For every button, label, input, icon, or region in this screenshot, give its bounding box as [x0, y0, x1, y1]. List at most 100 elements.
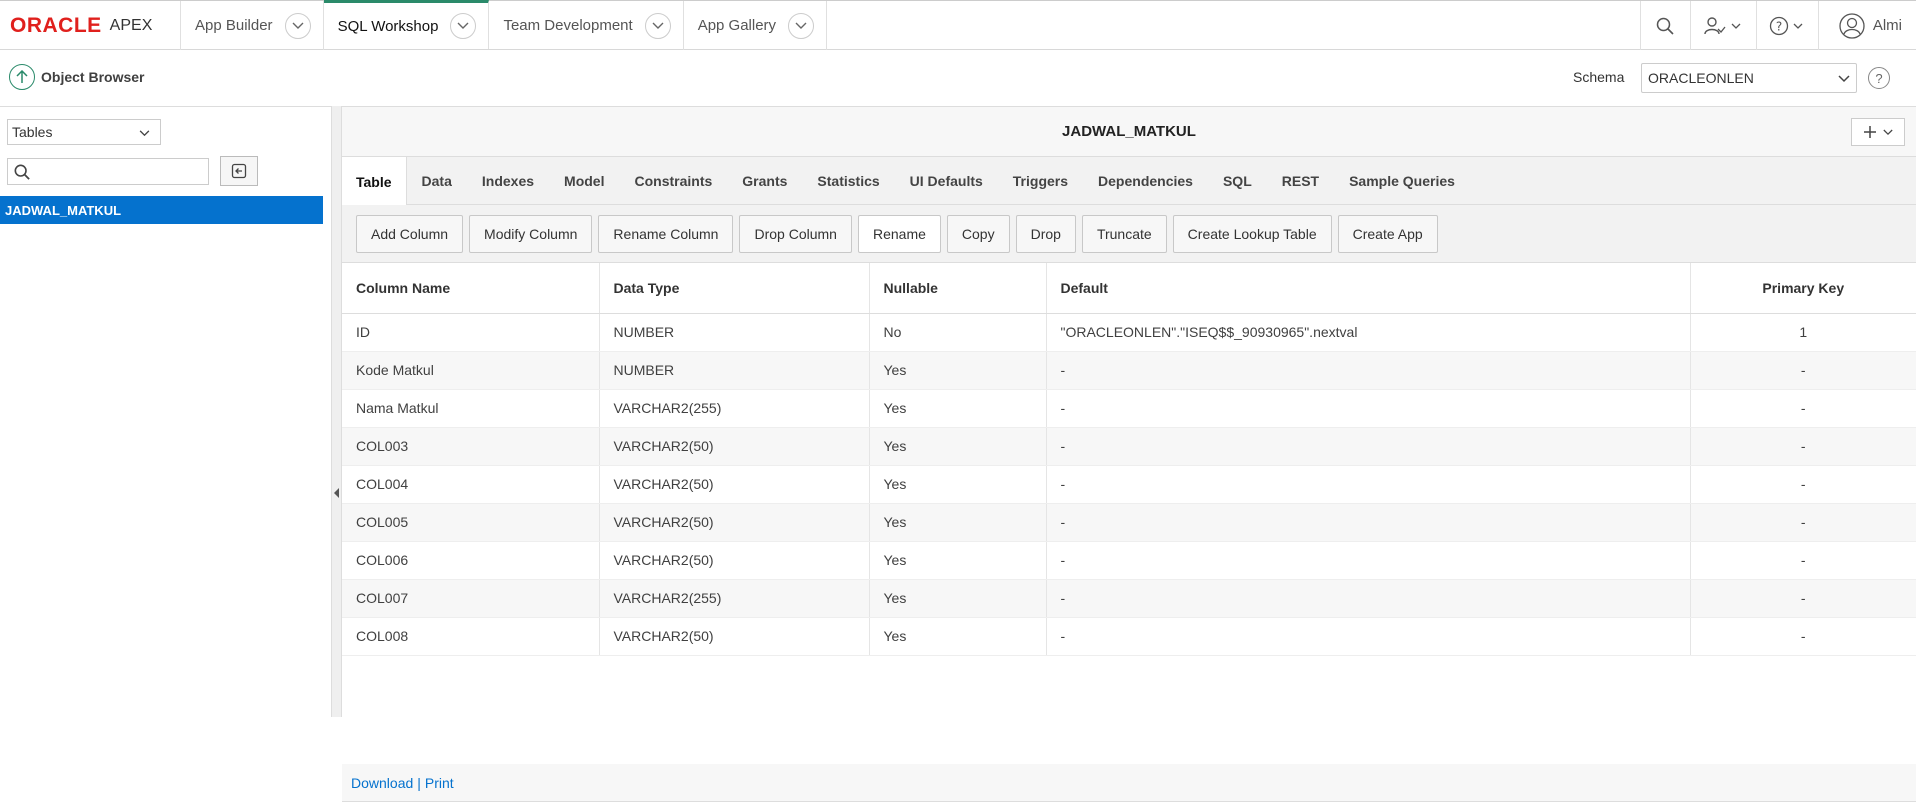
- cell-default: -: [1046, 579, 1691, 618]
- search-icon: [14, 164, 30, 183]
- tab-rest[interactable]: REST: [1267, 157, 1334, 205]
- cell-column-name: Nama Matkul: [342, 389, 600, 428]
- object-list-item[interactable]: JADWAL_MATKUL: [0, 196, 323, 224]
- create-lookup-table-button[interactable]: Create Lookup Table: [1172, 214, 1332, 253]
- reset-search-button[interactable]: [220, 156, 258, 186]
- schema-select[interactable]: ORACLEONLEN: [1641, 63, 1857, 93]
- cell-default: -: [1046, 541, 1691, 580]
- cell-default: "ORACLEONLEN"."ISEQ$$_90930965".nextval: [1046, 313, 1691, 352]
- tab-data[interactable]: Data: [407, 157, 467, 205]
- cell-primary-key: -: [1690, 427, 1916, 466]
- object-type-value: Tables: [12, 124, 53, 140]
- nav-tab-app-gallery[interactable]: App Gallery: [684, 1, 828, 50]
- tab-table[interactable]: Table: [342, 157, 407, 206]
- cell-nullable: Yes: [869, 389, 1047, 428]
- object-title: JADWAL_MATKUL: [1062, 123, 1196, 140]
- cell-primary-key: -: [1690, 389, 1916, 428]
- nav-tab-sql-workshop[interactable]: SQL Workshop: [323, 0, 490, 49]
- user-menu[interactable]: Almi: [1817, 1, 1916, 50]
- drop-column-button[interactable]: Drop Column: [739, 214, 852, 253]
- top-navigation: ORACLE APEX App Builder SQL Workshop Tea…: [0, 0, 1916, 50]
- page-title: Object Browser: [41, 69, 145, 85]
- column-header-name: Column Name: [342, 263, 600, 314]
- cell-nullable: Yes: [869, 465, 1047, 504]
- nav-tab-label: Team Development: [503, 17, 633, 34]
- tab-triggers[interactable]: Triggers: [998, 157, 1083, 205]
- chevron-down-icon[interactable]: [788, 12, 815, 39]
- chevron-down-icon[interactable]: [450, 13, 477, 39]
- schema-value: ORACLEONLEN: [1648, 70, 1754, 86]
- tab-sample-queries[interactable]: Sample Queries: [1334, 157, 1470, 205]
- tab-model[interactable]: Model: [549, 157, 619, 205]
- table-row: COL005 VARCHAR2(50) Yes - -: [342, 503, 1916, 542]
- add-column-button[interactable]: Add Column: [356, 214, 464, 253]
- tab-indexes[interactable]: Indexes: [467, 157, 549, 205]
- schema-label: Schema: [1573, 69, 1625, 85]
- help-menu-icon[interactable]: ?: [1755, 1, 1818, 50]
- table-row: COL003 VARCHAR2(50) Yes - -: [342, 427, 1916, 466]
- drop-button[interactable]: Drop: [1015, 214, 1076, 253]
- download-link[interactable]: Download: [351, 775, 413, 791]
- nav-tab-label: SQL Workshop: [337, 17, 439, 35]
- rename-column-button[interactable]: Rename Column: [598, 214, 734, 253]
- tab-dependencies[interactable]: Dependencies: [1083, 157, 1208, 205]
- cell-default: -: [1046, 351, 1691, 390]
- nav-tab-team-development[interactable]: Team Development: [489, 1, 684, 50]
- cell-data-type: VARCHAR2(50): [599, 465, 870, 504]
- nav-tab-app-builder[interactable]: App Builder: [181, 1, 324, 50]
- reset-icon: [231, 163, 247, 179]
- cell-default: -: [1046, 617, 1691, 656]
- oracle-apex-logo[interactable]: ORACLE APEX: [0, 1, 181, 50]
- avatar-icon: [1839, 12, 1865, 39]
- cell-default: -: [1046, 389, 1691, 428]
- cell-default: -: [1046, 427, 1691, 466]
- cell-column-name: ID: [342, 313, 600, 352]
- cell-primary-key: -: [1690, 503, 1916, 542]
- columns-table: Column Name Data Type Nullable Default P…: [342, 263, 1916, 656]
- cell-nullable: Yes: [869, 503, 1047, 542]
- cell-nullable: Yes: [869, 427, 1047, 466]
- panel-splitter[interactable]: [331, 106, 342, 717]
- tab-ui-defaults[interactable]: UI Defaults: [895, 157, 998, 205]
- link-separator: |: [417, 774, 421, 791]
- chevron-down-icon: [1838, 70, 1850, 86]
- object-detail-panel: JADWAL_MATKUL Table Data Indexes Model C…: [342, 106, 1916, 802]
- chevron-down-icon[interactable]: [284, 12, 311, 39]
- collapse-left-icon[interactable]: [334, 488, 339, 498]
- print-link[interactable]: Print: [425, 775, 454, 791]
- chevron-down-icon[interactable]: [644, 12, 671, 39]
- help-icon[interactable]: ?: [1868, 67, 1890, 89]
- cell-primary-key: -: [1690, 465, 1916, 504]
- svg-text:?: ?: [1776, 19, 1782, 33]
- modify-column-button[interactable]: Modify Column: [469, 214, 593, 253]
- table-row: Nama Matkul VARCHAR2(255) Yes - -: [342, 389, 1916, 428]
- cell-primary-key: -: [1690, 617, 1916, 656]
- tab-constraints[interactable]: Constraints: [619, 157, 727, 205]
- search-icon[interactable]: [1639, 1, 1690, 50]
- cell-column-name: COL008: [342, 617, 600, 656]
- column-header-primary-key: Primary Key: [1690, 263, 1916, 314]
- object-type-select[interactable]: Tables: [7, 119, 161, 145]
- nav-tab-label: App Gallery: [697, 17, 777, 34]
- chevron-down-icon: [139, 124, 150, 140]
- tab-grants[interactable]: Grants: [727, 157, 802, 205]
- cell-data-type: VARCHAR2(255): [599, 579, 870, 618]
- rename-button[interactable]: Rename: [857, 214, 941, 253]
- up-arrow-icon[interactable]: [9, 64, 35, 90]
- cell-column-name: Kode Matkul: [342, 351, 600, 390]
- create-object-button[interactable]: [1851, 118, 1905, 146]
- create-app-button[interactable]: Create App: [1337, 214, 1438, 253]
- object-browser-header: Object Browser Schema ORACLEONLEN ?: [0, 50, 1916, 106]
- apex-logo-text: APEX: [109, 16, 153, 34]
- copy-button[interactable]: Copy: [946, 214, 1010, 253]
- user-roles-icon[interactable]: [1689, 1, 1756, 50]
- truncate-button[interactable]: Truncate: [1081, 214, 1167, 253]
- object-search-input[interactable]: [7, 158, 209, 185]
- cell-default: -: [1046, 503, 1691, 542]
- plus-icon: [1864, 126, 1876, 138]
- tab-statistics[interactable]: Statistics: [802, 157, 894, 205]
- cell-data-type: VARCHAR2(50): [599, 541, 870, 580]
- tab-sql[interactable]: SQL: [1208, 157, 1267, 205]
- table-row: COL007 VARCHAR2(255) Yes - -: [342, 579, 1916, 618]
- user-name: Almi: [1872, 17, 1902, 34]
